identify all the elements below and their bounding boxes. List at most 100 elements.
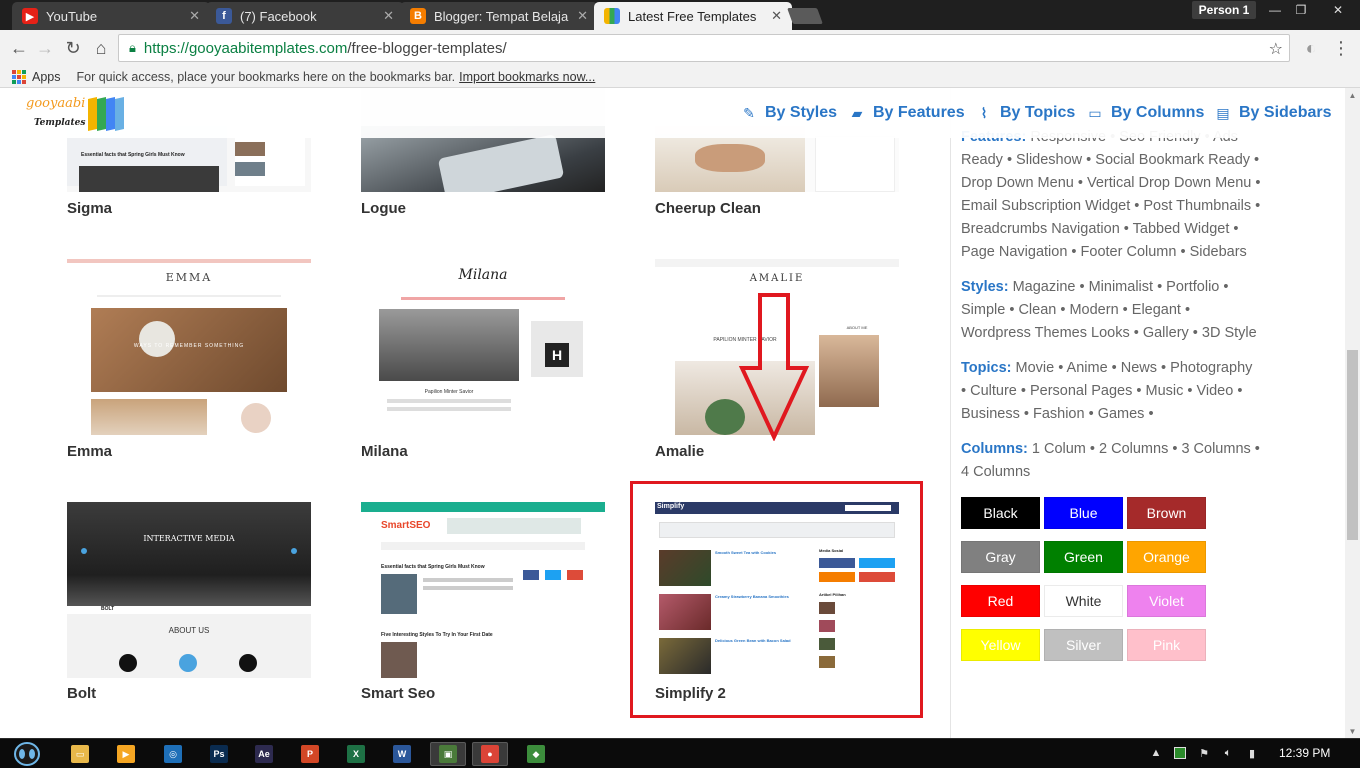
taskbar-media-player[interactable]: ▶ [108, 742, 144, 766]
menu-by-sidebars[interactable]: ▤ By Sidebars [1215, 102, 1331, 124]
after-effects-icon: Ae [255, 745, 273, 763]
close-icon[interactable]: ✕ [383, 8, 394, 24]
template-thumbnail-simplify-2[interactable]: Simplify Smooth Sweet Tea with Cookies C… [655, 502, 899, 678]
template-name[interactable]: Smart Seo [361, 685, 435, 702]
network-icon[interactable]: ▮ [1246, 747, 1258, 760]
thumb-post-title: Creamy Strawberry Banana Smoothies [715, 594, 789, 599]
apps-icon[interactable] [12, 69, 26, 84]
thumb-post-title: Smooth Sweet Tea with Cookies [715, 550, 777, 555]
template-name[interactable]: Cheerup Clean [655, 200, 761, 217]
profile-button[interactable]: Person 1 [1192, 1, 1256, 19]
taskbar-browser-globe[interactable]: ◎ [155, 742, 191, 766]
taskbar-excel[interactable]: X [338, 742, 374, 766]
thumb-logo: BOLT [101, 606, 115, 612]
menu-label: By Sidebars [1239, 104, 1332, 121]
features-links[interactable]: Responsive • Seo Friendly • Ads Ready • … [961, 129, 1260, 260]
scroll-up-icon[interactable]: ▲ [1345, 88, 1360, 102]
template-name[interactable]: Sigma [67, 200, 112, 217]
window-close-icon[interactable]: ✕ [1320, 1, 1356, 19]
color-filter-gray[interactable]: Gray [961, 541, 1040, 573]
color-filter-violet[interactable]: Violet [1127, 585, 1206, 617]
volume-icon[interactable]: 🔈︎ [1222, 747, 1234, 759]
logo-text: gooyaabi [26, 96, 86, 111]
menu-by-columns[interactable]: ▭ By Columns [1087, 102, 1204, 124]
menu-label: By Columns [1111, 104, 1205, 121]
taskbar-after-effects[interactable]: Ae [246, 742, 282, 766]
back-arrow-icon[interactable]: ← [8, 37, 30, 59]
apps-label[interactable]: Apps [32, 70, 61, 84]
restore-icon[interactable]: ❐ [1288, 1, 1314, 19]
taskbar-file-explorer[interactable]: ▭ [62, 742, 98, 766]
template-thumbnail-smart-seo[interactable]: SmartSEO Essential facts that Spring Gir… [361, 502, 605, 678]
color-filter-orange[interactable]: Orange [1127, 541, 1206, 573]
address-bar[interactable]: 🔒︎ https://gooyaabitemplates.com/free-bl… [118, 34, 1290, 62]
template-name[interactable]: Bolt [67, 685, 96, 702]
tab-youtube[interactable]: ▶ YouTube ✕ [12, 2, 210, 30]
tab-label: Blogger: Tempat Belaja [434, 8, 569, 24]
thumb-post-title: Papilion Minter Savior [424, 389, 474, 395]
taskbar-photoshop[interactable]: Ps [201, 742, 237, 766]
scroll-thumb[interactable] [1347, 350, 1358, 540]
flag-icon[interactable]: ⚑ [1198, 747, 1210, 760]
color-filter-blue[interactable]: Blue [1044, 497, 1123, 529]
tray-app-icon[interactable] [1174, 747, 1186, 759]
taskbar-presentation[interactable]: P [292, 742, 328, 766]
page-scrollbar[interactable]: ▲ ▼ [1345, 88, 1360, 738]
logo-subtext: Templates [34, 118, 86, 128]
template-name[interactable]: Milana [361, 443, 408, 460]
color-filter-black[interactable]: Black [961, 497, 1040, 529]
clock[interactable]: 12:39 PM [1279, 746, 1330, 760]
menu-label: By Topics [1000, 104, 1076, 121]
thumb-caption: Essential facts that Spring Girls Must K… [81, 152, 185, 158]
thumb-widget-title: Artikel Pilihan [819, 592, 846, 597]
scroll-down-icon[interactable]: ▼ [1345, 724, 1360, 738]
template-thumbnail-emma[interactable]: EMMA WAYS TO REMEMBER SOMETHING [67, 259, 311, 435]
tab-latest-free-templates[interactable]: Latest Free Templates ✕ [594, 2, 792, 30]
color-filter-white[interactable]: White [1044, 585, 1123, 617]
url-domain: https://gooyaabitemplates.com [143, 39, 348, 57]
home-icon[interactable]: ⌂ [90, 37, 112, 59]
close-icon[interactable]: ✕ [771, 8, 782, 24]
menu-by-features[interactable]: ▰ By Features [849, 102, 965, 124]
close-icon[interactable]: ✕ [577, 8, 588, 24]
template-name[interactable]: Simplify 2 [655, 685, 726, 702]
menu-label: By Styles [765, 104, 838, 121]
close-icon[interactable]: ✕ [189, 8, 200, 24]
color-filter-pink[interactable]: Pink [1127, 629, 1206, 661]
menu-by-topics[interactable]: ⌇ By Topics [976, 102, 1076, 124]
thumb-post-title: Delicious Green Bean with Bacon Salad [715, 638, 791, 643]
menu-by-styles[interactable]: ✎ By Styles [741, 102, 837, 124]
color-filter-yellow[interactable]: Yellow [961, 629, 1040, 661]
start-button-icon[interactable] [6, 740, 48, 768]
forward-arrow-icon[interactable]: → [34, 37, 56, 59]
star-icon[interactable]: ☆ [1269, 39, 1283, 59]
site-logo[interactable]: gooyaabi Templates [26, 96, 126, 132]
taskbar-screen-app[interactable]: ▣ [430, 742, 466, 766]
tab-label: (7) Facebook [240, 8, 317, 24]
tab-strip: ▶ YouTube ✕ f (7) Facebook ✕ B Blogger: … [0, 0, 1360, 30]
tab-blogger[interactable]: B Blogger: Tempat Belaja ✕ [400, 2, 598, 30]
reload-icon[interactable]: ↻ [62, 37, 84, 59]
taskbar-chrome[interactable]: ● [472, 742, 508, 766]
thumb-about: ABOUT US [168, 626, 210, 635]
menu-icon[interactable]: ⋮ [1330, 37, 1352, 59]
new-tab-button[interactable] [787, 8, 823, 24]
color-filter-silver[interactable]: Silver [1044, 629, 1123, 661]
color-filter-green[interactable]: Green [1044, 541, 1123, 573]
template-thumbnail-milana[interactable]: Milana H Papilion Minter Savior [361, 259, 605, 435]
extension-icon[interactable]: ◐ [1300, 37, 1322, 59]
tab-facebook[interactable]: f (7) Facebook ✕ [206, 2, 404, 30]
template-name[interactable]: Amalie [655, 443, 704, 460]
template-name[interactable]: Emma [67, 443, 112, 460]
columns-icon: ▭ [1088, 104, 1102, 121]
import-bookmarks-link[interactable]: Import bookmarks now... [459, 70, 595, 84]
pencil-icon: ✎ [743, 104, 755, 121]
tray-arrow-icon[interactable]: ▲ [1150, 747, 1162, 759]
template-name[interactable]: Logue [361, 200, 406, 217]
minimize-icon[interactable]: — [1262, 1, 1288, 19]
template-thumbnail-bolt[interactable]: INTERACTIVE MEDIA BOLT ABOUT US [67, 502, 311, 678]
taskbar-network-app[interactable]: ◆ [518, 742, 554, 766]
taskbar-word[interactable]: W [384, 742, 420, 766]
color-filter-brown[interactable]: Brown [1127, 497, 1206, 529]
color-filter-red[interactable]: Red [961, 585, 1040, 617]
